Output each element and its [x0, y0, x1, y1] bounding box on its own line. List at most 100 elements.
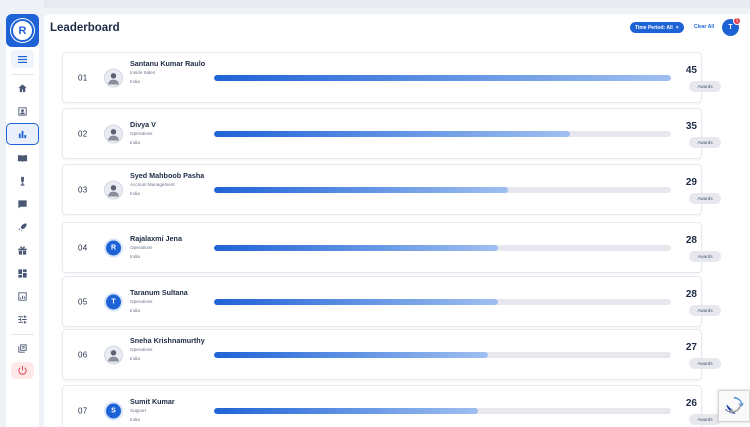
analytics-icon: [18, 291, 27, 301]
progress-bar-fill: [214, 74, 671, 81]
employee-name[interactable]: Sneha Krishnamurthy: [130, 336, 208, 345]
person-photo-icon: [108, 349, 119, 361]
award-count: 26: [685, 398, 697, 409]
awards-badge[interactable]: Awards: [689, 193, 721, 204]
progress-bar-track: [214, 351, 671, 358]
avatar[interactable]: [104, 68, 123, 87]
awards-badge[interactable]: Awards: [689, 251, 721, 262]
avatar[interactable]: [104, 124, 123, 143]
progress-bar-track: [214, 407, 671, 414]
employee-info: Sumit Kumar Support India: [130, 397, 208, 424]
sidebar-item-profile[interactable]: [6, 100, 39, 122]
dashboard-icon: [18, 268, 27, 278]
leaderboard-row[interactable]: 04 R Rajalaxmi Jena Operations India 28 Awards: [62, 222, 721, 273]
awards-badge[interactable]: Awards: [689, 81, 721, 92]
sidebar-item-analytics[interactable]: [6, 285, 39, 307]
power-icon: [18, 365, 27, 375]
rocket-icon: [18, 222, 27, 232]
avatar[interactable]: [104, 180, 123, 199]
progress-bar-fill: [214, 130, 570, 137]
sidebar-item-launch[interactable]: [6, 216, 39, 238]
clear-all-link[interactable]: Clear All: [694, 24, 714, 30]
sidebar-item-dashboard[interactable]: [6, 262, 39, 284]
sidebar-item-rewards[interactable]: [6, 239, 39, 261]
library-icon: [18, 343, 27, 353]
progress-bar-track: [214, 186, 671, 193]
progress-bar-track: [214, 298, 671, 305]
award-count: 28: [685, 235, 697, 246]
employee-name[interactable]: Syed Mahboob Pasha: [130, 171, 208, 180]
sidebar-item-library[interactable]: [6, 147, 39, 169]
employee-country: India: [130, 254, 140, 259]
time-period-filter-chip[interactable]: Time Period: All ×: [630, 22, 684, 33]
sidebar: R: [6, 14, 39, 427]
trophy-icon: [20, 176, 25, 186]
leaderboard-row[interactable]: 06 Sneha Krishnamurthy Operations India 27 Aw…: [62, 329, 721, 380]
employee-name[interactable]: Taranum Sultana: [130, 288, 208, 297]
awards-badge[interactable]: Awards: [689, 414, 721, 425]
employee-info: Rajalaxmi Jena Operations India: [130, 234, 208, 261]
employee-info: Divya V Operations India: [130, 120, 208, 147]
sidebar-item-settings[interactable]: [6, 308, 39, 330]
person-photo-icon: [108, 72, 119, 84]
main-panel: Leaderboard Time Period: All × Clear All…: [44, 14, 750, 427]
employee-role: Operations: [130, 347, 153, 352]
logo-letter: R: [11, 19, 34, 42]
sidebar-item-home[interactable]: [6, 77, 39, 99]
avatar[interactable]: R: [104, 238, 123, 257]
employee-country: India: [130, 308, 140, 313]
sidebar-item-awards[interactable]: [6, 170, 39, 192]
employee-info: Taranum Sultana Operations India: [130, 288, 208, 315]
award-count: 45: [685, 65, 697, 76]
app-logo[interactable]: R: [6, 14, 39, 47]
sidebar-item-collection[interactable]: [6, 337, 39, 359]
progress-bar-fill: [214, 244, 499, 251]
employee-name[interactable]: Rajalaxmi Jena: [130, 234, 208, 243]
leaderboard-row[interactable]: 05 T Taranum Sultana Operations India 28 Award…: [62, 276, 721, 327]
contact-card-icon: [18, 106, 27, 116]
avatar[interactable]: T: [104, 292, 123, 311]
logout-button[interactable]: [11, 362, 34, 379]
progress-bar-track: [214, 130, 671, 137]
employee-country: India: [130, 356, 140, 361]
notification-badge: 1: [733, 17, 741, 25]
award-count: 35: [685, 121, 697, 132]
leaderboard-row[interactable]: 03 Syed Mahboob Pasha Account Management In…: [62, 164, 721, 215]
recaptcha-badge[interactable]: [718, 390, 750, 422]
award-count: 28: [685, 289, 697, 300]
gift-icon: [18, 245, 27, 255]
awards-badge[interactable]: Awards: [689, 137, 721, 148]
employee-info: Sneha Krishnamurthy Operations India: [130, 336, 208, 363]
awards-badge[interactable]: Awards: [689, 358, 721, 369]
leaderboard-row[interactable]: 02 Divya V Operations India 35 Awards: [62, 108, 721, 159]
home-icon: [18, 83, 27, 92]
progress-bar-track: [214, 74, 671, 81]
top-strip: [44, 0, 750, 8]
close-icon[interactable]: ×: [676, 25, 679, 31]
employee-info: Santanu Kumar Raulo Inside Sales India: [130, 59, 208, 86]
employee-role: Support: [130, 408, 147, 413]
sidebar-item-feedback[interactable]: [6, 193, 39, 215]
employee-role: Operations: [130, 299, 153, 304]
rank-number: 06: [78, 350, 88, 359]
leaderboard-row[interactable]: 07 S Sumit Kumar Support India 26 Awards: [62, 385, 721, 427]
employee-name[interactable]: Divya V: [130, 120, 208, 129]
employee-name[interactable]: Sumit Kumar: [130, 397, 208, 406]
progress-bar-fill: [214, 186, 509, 193]
book-icon: [17, 154, 28, 162]
employee-country: India: [130, 79, 140, 84]
employee-role: Operations: [130, 245, 153, 250]
employee-name[interactable]: Santanu Kumar Raulo: [130, 59, 208, 68]
awards-badge[interactable]: Awards: [689, 305, 721, 316]
avatar[interactable]: [104, 345, 123, 364]
progress-bar-fill: [214, 351, 489, 358]
sidebar-item-leaderboard[interactable]: [6, 123, 39, 145]
leaderboard-row[interactable]: 01 Santanu Kumar Raulo Inside Sales India 45…: [62, 52, 721, 103]
progress-bar-fill: [214, 407, 479, 414]
employee-info: Syed Mahboob Pasha Account Management Indi…: [130, 171, 208, 198]
menu-toggle-button[interactable]: [11, 50, 34, 68]
rank-number: 02: [78, 129, 88, 138]
rank-number: 01: [78, 73, 88, 82]
rank-number: 07: [78, 406, 88, 415]
avatar[interactable]: S: [104, 401, 123, 420]
